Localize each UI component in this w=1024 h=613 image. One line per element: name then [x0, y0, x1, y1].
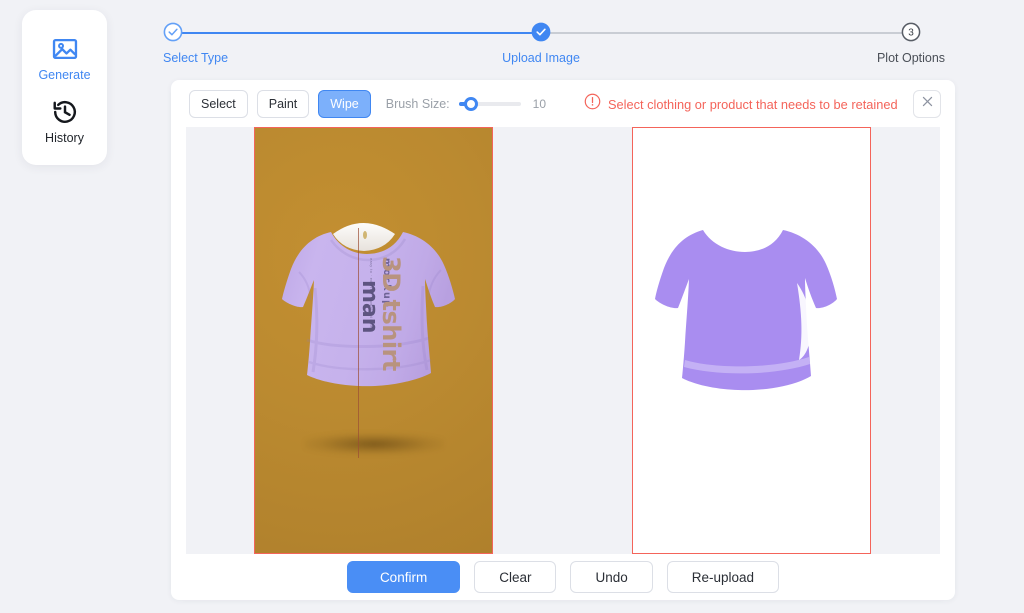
close-icon	[921, 95, 934, 113]
history-clock-icon	[51, 98, 79, 126]
exclamation-circle-icon	[584, 93, 601, 115]
clear-button[interactable]: Clear	[474, 561, 557, 593]
editor-footer: Confirm Clear Undo Re-upload	[171, 554, 955, 600]
brush-size-slider[interactable]	[458, 96, 521, 112]
re-upload-button[interactable]: Re-upload	[666, 561, 780, 593]
confirm-button[interactable]: Confirm	[346, 561, 461, 593]
tool-wipe-button[interactable]: Wipe	[318, 90, 371, 118]
stepper-label-select-type: Select Type	[163, 51, 229, 65]
tshirt-photo-illustration	[282, 223, 455, 387]
slider-thumb[interactable]	[464, 97, 479, 111]
stepper-connector-1-2	[173, 32, 541, 34]
stepper-node-upload-image[interactable]	[531, 22, 551, 42]
progress-stepper: Select Type Upload Image 3 Plot Options	[163, 22, 945, 72]
sidebar-item-generate[interactable]: Generate	[22, 35, 107, 82]
stepper-label-upload-image: Upload Image	[502, 51, 580, 65]
brush-size-value: 10	[532, 97, 547, 111]
brush-stroke-line	[358, 228, 359, 458]
check-circle-icon	[531, 22, 551, 42]
sidebar-item-history[interactable]: History	[22, 98, 107, 145]
tool-select-button[interactable]: Select	[189, 90, 248, 118]
tool-paint-button[interactable]: Paint	[256, 90, 310, 118]
left-nav-card: Generate History	[22, 10, 107, 165]
stepper-label-plot-options: Plot Options	[876, 51, 946, 65]
mask-preview-pane[interactable]	[632, 127, 871, 554]
step-number-circle-icon: 3	[901, 22, 921, 42]
source-image-pane[interactable]: easy to · edit file · download free mock…	[254, 127, 493, 554]
close-warning-button[interactable]	[913, 90, 941, 118]
stepper-node-select-type[interactable]	[163, 22, 183, 42]
check-circle-icon	[163, 22, 183, 42]
brush-size-label: Brush Size:	[385, 97, 450, 111]
image-icon	[51, 35, 79, 63]
app-root: Generate History Select Type Upload Imag…	[0, 0, 1024, 613]
warning-message: Select clothing or product that needs to…	[584, 93, 898, 115]
warning-text: Select clothing or product that needs to…	[608, 96, 898, 112]
undo-button[interactable]: Undo	[570, 561, 653, 593]
tshirt-mask-silhouette	[655, 230, 837, 391]
stepper-node-plot-options[interactable]: 3	[901, 22, 921, 42]
stepper-connector-2-3	[541, 32, 911, 34]
editor-card: Select Paint Wipe Brush Size: 10 Select …	[171, 80, 955, 600]
canvas-workspace[interactable]: easy to · edit file · download free mock…	[186, 127, 940, 554]
editor-toolbar: Select Paint Wipe Brush Size: 10 Select …	[171, 80, 955, 128]
sidebar-item-label: History	[45, 130, 84, 145]
sidebar-item-label: Generate	[38, 68, 91, 82]
svg-text:3: 3	[908, 28, 914, 39]
